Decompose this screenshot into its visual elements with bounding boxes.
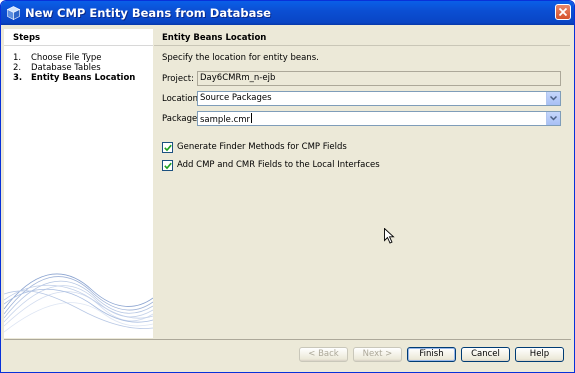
checkmark-icon [164,144,172,152]
mouse-pointer-icon [384,228,395,244]
checkbox-box[interactable] [162,142,173,153]
location-combobox[interactable]: Source Packages [197,91,561,106]
panel-divider [154,45,570,46]
text-caret [251,113,253,123]
package-dropdown-button[interactable] [546,112,560,125]
steps-divider [4,45,153,46]
step-label: Database Tables [31,63,101,73]
close-icon [559,8,567,16]
dialog-window: New CMP Entity Beans from Database Steps… [0,0,575,373]
step-number: 2. [13,63,22,73]
project-label: Project: [162,74,194,84]
help-button[interactable]: Help [515,347,564,362]
generate-finder-label[interactable]: Generate Finder Methods for CMP Fields [177,142,347,152]
finish-button[interactable]: Finish [407,347,456,362]
close-button[interactable] [555,4,571,20]
location-dropdown-button[interactable] [546,92,560,105]
add-cmp-cmr-label[interactable]: Add CMP and CMR Fields to the Local Inte… [177,160,380,170]
step-label: Entity Beans Location [31,73,136,83]
steps-heading: Steps [13,33,41,43]
location-value: Source Packages [200,93,272,103]
netbeans-cube-icon [6,6,21,20]
instructions-text: Specify the location for entity beans. [162,53,319,63]
checkbox-box[interactable] [162,160,173,171]
package-label: Package: [162,114,201,124]
chevron-down-icon [550,96,557,101]
back-button[interactable]: < Back [299,347,348,362]
footer-divider [4,339,571,340]
step-number: 3. [13,73,23,83]
title-bar[interactable]: New CMP Entity Beans from Database [1,1,574,25]
step-item-choose-file-type: 1. Choose File Type [13,53,102,63]
wizard-wave-graphic [4,273,153,333]
step-number: 1. [13,53,22,63]
location-label: Location: [162,94,201,104]
window-title: New CMP Entity Beans from Database [25,6,271,20]
checkmark-icon [164,162,172,170]
chevron-down-icon [550,116,557,121]
steps-panel: Steps 1. Choose File Type 2. Database Tabl… [4,29,153,338]
project-field: Day6CMRm_n-ejb [197,71,561,86]
step-item-database-tables: 2. Database Tables [13,63,101,73]
package-combobox[interactable]: sample.cmr [197,111,561,126]
step-label: Choose File Type [31,53,102,63]
panel-heading: Entity Beans Location [162,33,267,43]
next-button[interactable]: Next > [353,347,402,362]
content-panel: Entity Beans Location Specify the locati… [154,29,570,338]
cancel-button[interactable]: Cancel [461,347,510,362]
step-item-entity-beans-location: 3. Entity Beans Location [13,73,135,83]
package-value[interactable]: sample.cmr [200,115,250,125]
